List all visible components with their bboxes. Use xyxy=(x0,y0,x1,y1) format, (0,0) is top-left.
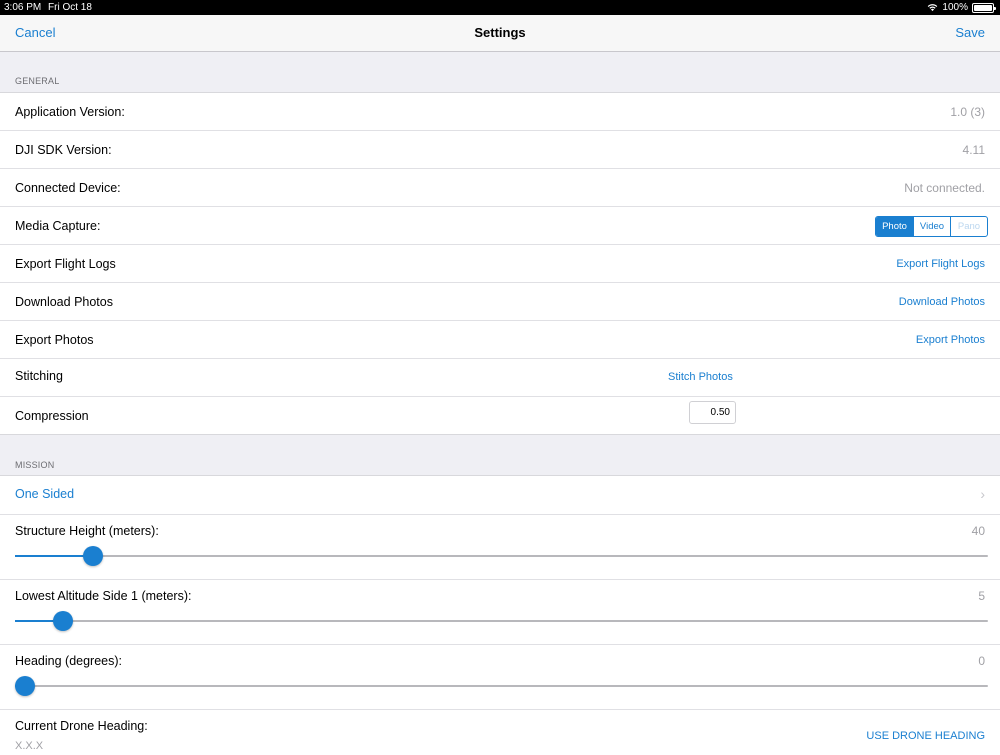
export-flight-logs-row: Export Flight Logs Export Flight Logs xyxy=(0,245,1000,283)
slider-fill xyxy=(15,555,94,557)
general-group: Application Version: 1.0 (3) DJI SDK Ver… xyxy=(0,92,1000,435)
general-section-header: GENERAL xyxy=(15,76,60,86)
compression-label: Compression xyxy=(15,409,89,423)
status-date: Fri Oct 18 xyxy=(48,2,92,13)
drone-heading-row: Current Drone Heading: X.X.X USE DRONE H… xyxy=(0,710,1000,752)
stitching-label: Stitching xyxy=(15,369,63,383)
navigation-bar: Cancel Settings Save xyxy=(0,15,1000,52)
slider-thumb[interactable] xyxy=(52,611,73,631)
export-flight-logs-label: Export Flight Logs xyxy=(15,257,116,271)
export-photos-button[interactable]: Export Photos xyxy=(916,334,985,346)
wifi-icon xyxy=(928,4,938,12)
stitch-photos-button[interactable]: Stitch Photos xyxy=(668,371,733,383)
compression-row: Compression 0.50 xyxy=(0,397,1000,435)
drone-heading-value: X.X.X xyxy=(15,740,44,752)
app-version-row: Application Version: 1.0 (3) xyxy=(0,93,1000,131)
media-pano-segment: Pano xyxy=(950,217,987,236)
download-photos-label: Download Photos xyxy=(15,295,113,309)
export-photos-label: Export Photos xyxy=(15,333,94,347)
connected-device-value: Not connected. xyxy=(904,181,985,195)
structure-height-row: Structure Height (meters): 40 xyxy=(0,515,1000,580)
lowest-altitude-row: Lowest Altitude Side 1 (meters): 5 xyxy=(0,580,1000,645)
cancel-button[interactable]: Cancel xyxy=(15,25,55,40)
save-button[interactable]: Save xyxy=(955,25,985,40)
battery-icon xyxy=(972,2,996,13)
stitching-row: Stitching Stitch Photos xyxy=(0,359,1000,397)
use-drone-heading-button[interactable]: USE DRONE HEADING xyxy=(866,730,985,742)
compression-input[interactable]: 0.50 xyxy=(689,401,736,424)
media-capture-segmented-control: Photo Video Pano xyxy=(875,216,988,237)
sdk-version-label: DJI SDK Version: xyxy=(15,143,112,157)
export-flight-logs-button[interactable]: Export Flight Logs xyxy=(896,258,985,270)
status-bar: 3:06 PM Fri Oct 18 100% xyxy=(0,0,1000,15)
structure-height-slider[interactable] xyxy=(15,546,988,566)
download-photos-button[interactable]: Download Photos xyxy=(899,296,985,308)
heading-label: Heading (degrees): xyxy=(15,654,123,668)
slider-thumb[interactable] xyxy=(83,546,104,566)
export-photos-row: Export Photos Export Photos xyxy=(0,321,1000,359)
status-time: 3:06 PM xyxy=(4,2,42,13)
connected-device-row: Connected Device: Not connected. xyxy=(0,169,1000,207)
media-photo-segment[interactable]: Photo xyxy=(876,217,913,236)
status-right: 100% xyxy=(927,0,996,15)
battery-percent: 100% xyxy=(942,2,968,13)
heading-slider[interactable] xyxy=(15,676,988,696)
media-capture-label: Media Capture: xyxy=(15,219,101,233)
heading-value: 0 xyxy=(978,654,985,668)
media-video-segment[interactable]: Video xyxy=(913,217,950,236)
connected-device-label: Connected Device: xyxy=(15,181,121,195)
slider-thumb[interactable] xyxy=(15,676,35,696)
mission-section-header: MISSION xyxy=(15,460,55,470)
structure-height-label: Structure Height (meters): xyxy=(15,524,159,538)
lowest-altitude-value: 5 xyxy=(978,589,985,603)
sdk-version-row: DJI SDK Version: 4.11 xyxy=(0,131,1000,169)
lowest-altitude-label: Lowest Altitude Side 1 (meters): xyxy=(15,589,192,603)
sdk-version-value: 4.11 xyxy=(962,143,985,157)
drone-heading-label: Current Drone Heading: xyxy=(15,719,148,733)
mission-type-row[interactable]: One Sided › xyxy=(0,476,1000,515)
download-photos-row: Download Photos Download Photos xyxy=(0,283,1000,321)
app-version-label: Application Version: xyxy=(15,105,125,119)
mission-type-link[interactable]: One Sided xyxy=(15,487,74,501)
media-capture-row: Media Capture: Photo Video Pano xyxy=(0,207,1000,245)
page-title: Settings xyxy=(474,25,526,40)
lowest-altitude-slider[interactable] xyxy=(15,611,988,631)
mission-group: One Sided › Structure Height (meters): 4… xyxy=(0,475,1000,755)
chevron-right-icon: › xyxy=(980,486,985,502)
heading-row: Heading (degrees): 0 xyxy=(0,645,1000,710)
structure-height-value: 40 xyxy=(971,524,985,538)
app-version-value: 1.0 (3) xyxy=(950,105,985,119)
